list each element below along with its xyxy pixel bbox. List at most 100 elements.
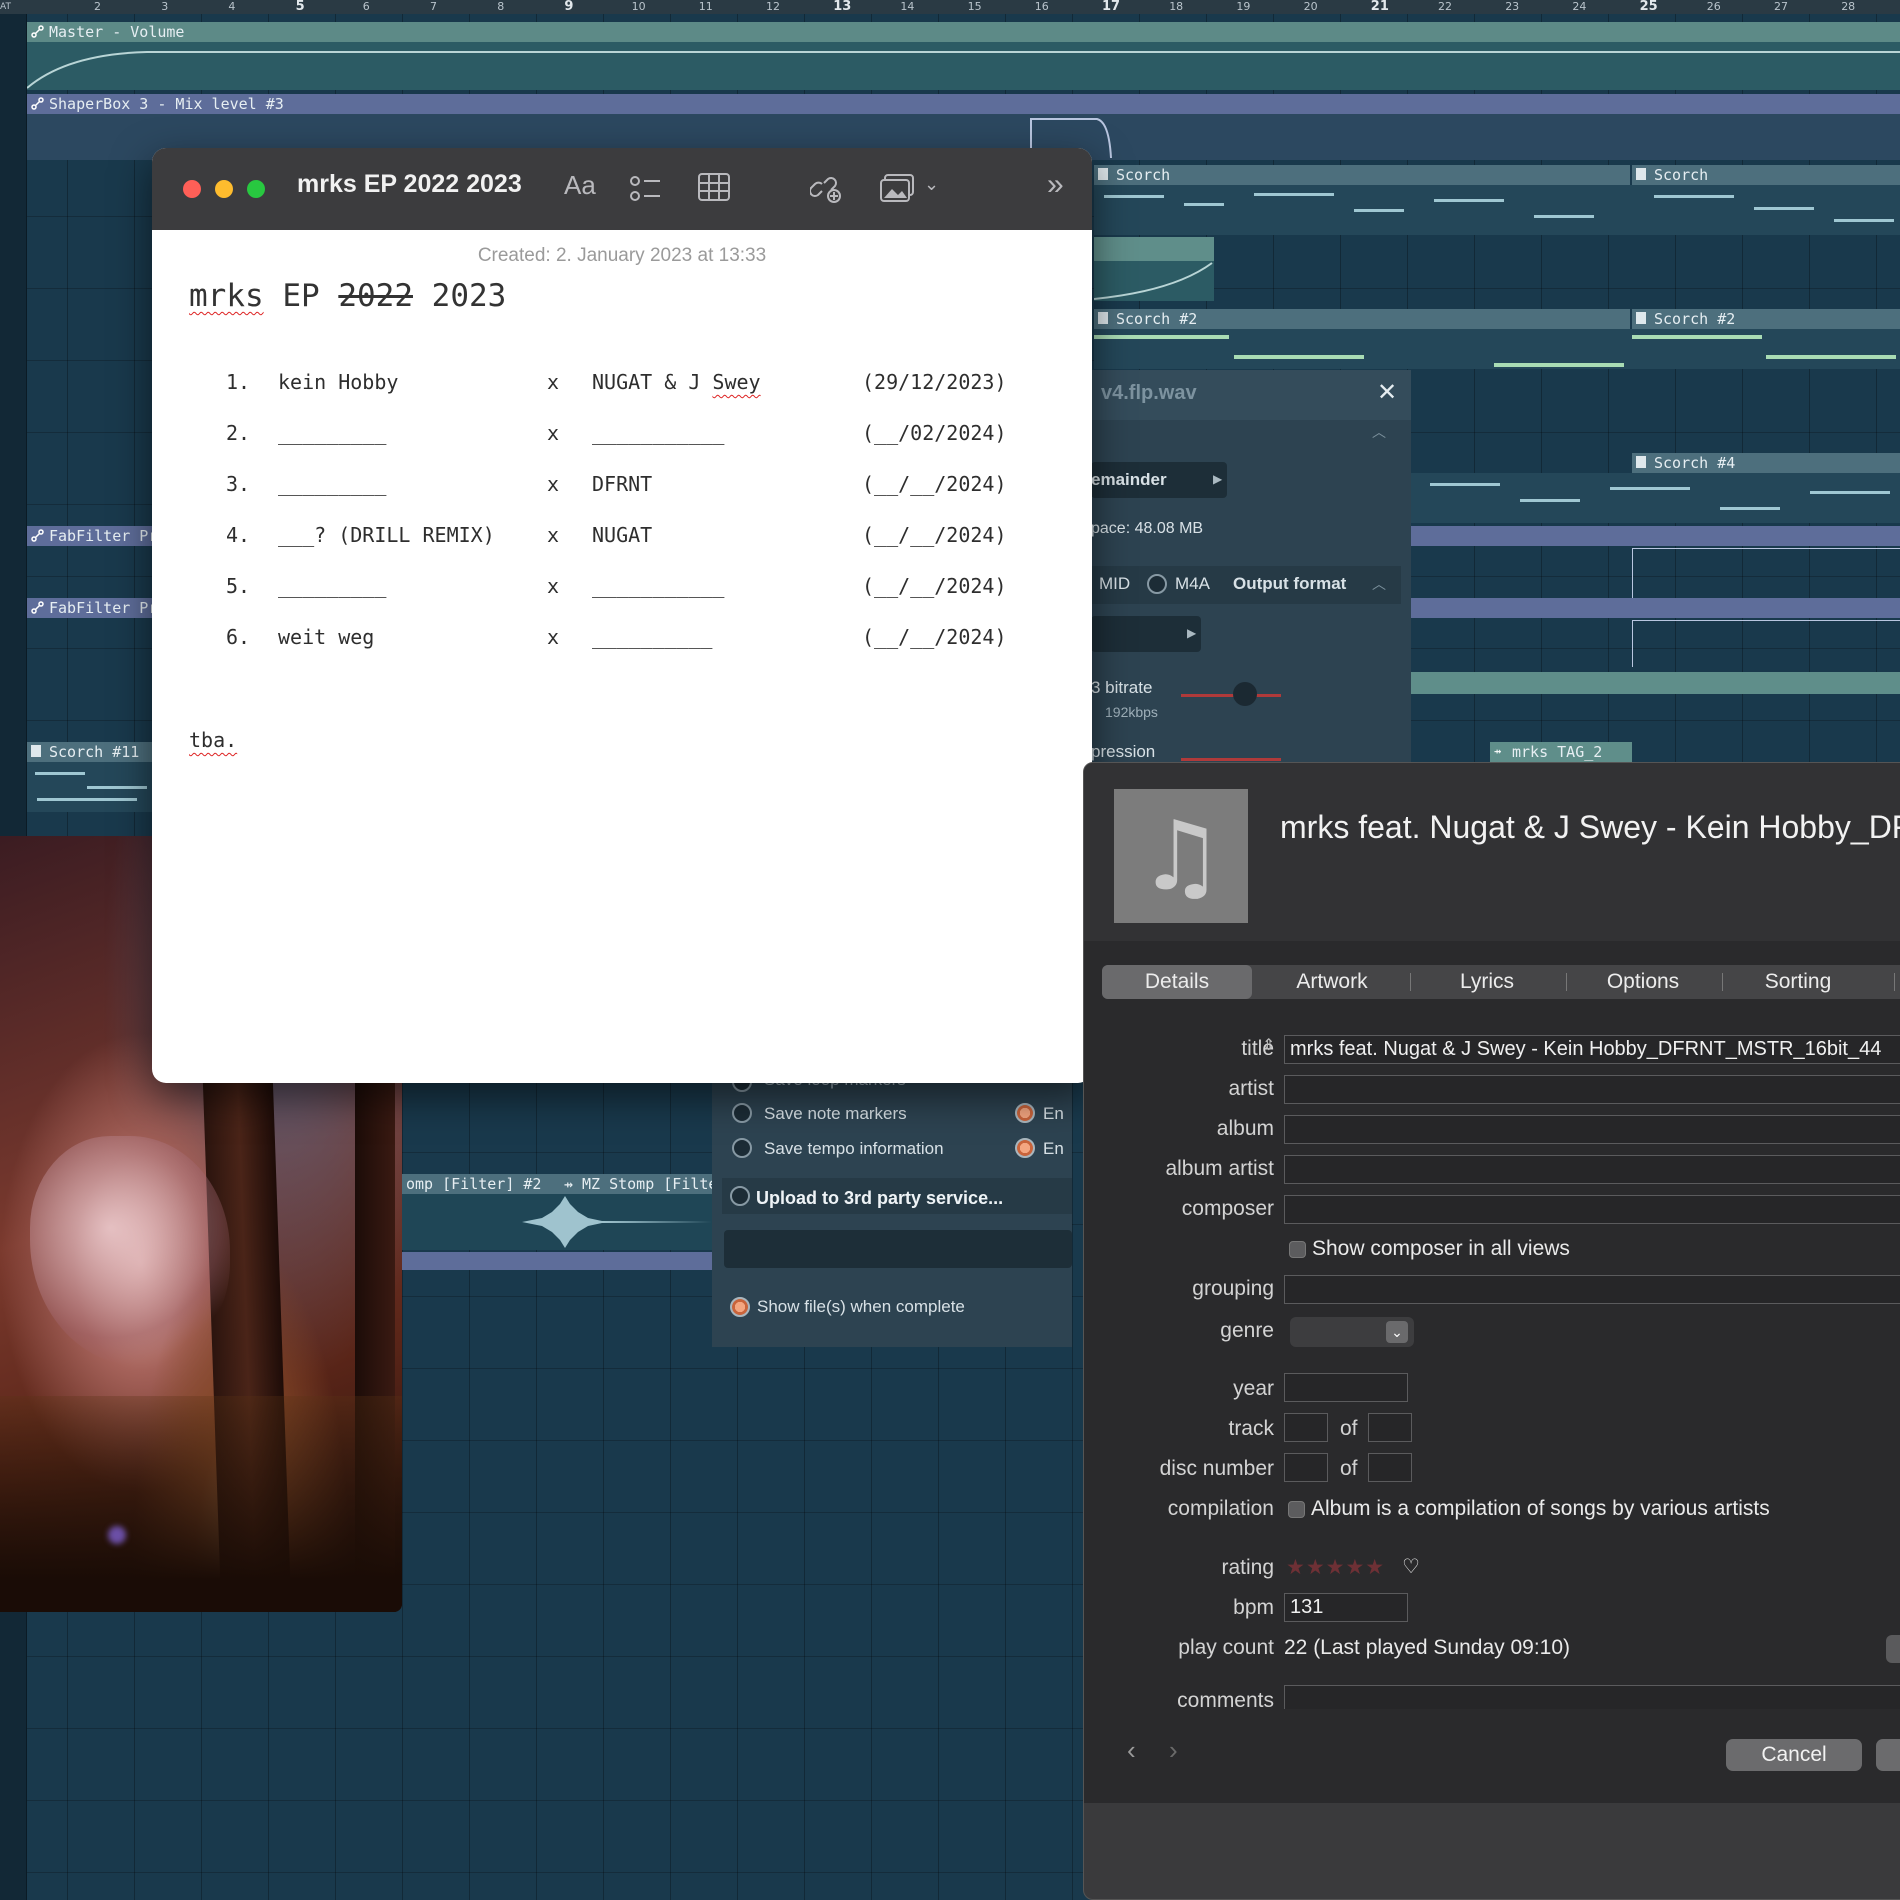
comments-row-clip: comments [1084, 1679, 1900, 1709]
chevron-up-icon[interactable]: ︿ [1372, 574, 1386, 594]
rating-stars[interactable]: ★★★★★ [1286, 1555, 1385, 1579]
bitrate-knob[interactable] [1233, 682, 1257, 706]
compilation-checkbox[interactable] [1288, 1501, 1305, 1518]
chevron-up-icon[interactable]: ︿ [1372, 422, 1386, 442]
heart-icon[interactable]: ♡ [1402, 1554, 1420, 1578]
comments-label: comments [1177, 1689, 1274, 1709]
tab-lyrics[interactable]: Lyrics [1412, 965, 1562, 999]
enable-radio[interactable] [1015, 1138, 1035, 1158]
m4a-radio[interactable] [1147, 574, 1167, 594]
comments-field[interactable] [1284, 1685, 1900, 1709]
ruler-tick: 17 [1102, 0, 1121, 14]
checklist-icon[interactable] [630, 174, 662, 204]
automation-clip-fabfilter[interactable] [1410, 598, 1900, 618]
close-window-button[interactable] [183, 180, 201, 198]
format-dropdown[interactable]: ▶ [1091, 616, 1201, 652]
pattern-clip-scorch[interactable]: Scorch [1632, 165, 1900, 185]
automation-clip-fabfilter[interactable]: FabFilter Pro [27, 526, 152, 546]
compression-label: pression [1091, 742, 1156, 761]
notes-toolbar[interactable]: mrks EP 2022 2023 Aa ⌄ » [152, 148, 1092, 230]
pattern-clip-scorch-4[interactable]: Scorch #4 [1632, 453, 1900, 473]
clip-label: MZ Stomp [Filte [582, 1175, 712, 1193]
minimize-window-button[interactable] [215, 180, 233, 198]
genre-dropdown[interactable]: ⌄ [1290, 1317, 1414, 1347]
ruler-tick: 9 [564, 0, 574, 14]
tab-details[interactable]: Details [1102, 965, 1252, 999]
save-tempo-radio[interactable] [732, 1138, 752, 1158]
automation-mini-clip[interactable] [1410, 672, 1900, 694]
automation-clip-fabfilter[interactable] [1410, 526, 1900, 546]
ruler-tick: 19 [1236, 0, 1251, 13]
track-of-label: of [1340, 1417, 1358, 1440]
reset-play-count-button[interactable] [1886, 1635, 1900, 1663]
composer-field[interactable] [1284, 1195, 1900, 1224]
title-label: title [1241, 1037, 1274, 1060]
cancel-button[interactable]: Cancel [1726, 1739, 1862, 1771]
audio-clip-stomp[interactable]: omp [Filter] #2 ⇸ MZ Stomp [Filte [402, 1174, 712, 1194]
zoom-window-button[interactable] [247, 180, 265, 198]
collab-x: x [547, 472, 560, 496]
triangle-right-icon: ▶ [1187, 626, 1197, 640]
artwork-placeholder[interactable]: ♫ [1114, 789, 1248, 923]
disc-number-field[interactable] [1284, 1453, 1328, 1482]
automation-clip-master-volume[interactable]: Master - Volume [27, 22, 1900, 42]
chevron-down-icon[interactable]: ⌄ [924, 174, 939, 195]
tab-artwork[interactable]: Artwork [1257, 965, 1407, 999]
title-field[interactable]: mrks feat. Nugat & J Swey - Kein Hobby_D… [1284, 1035, 1900, 1064]
save-tempo-label: Save tempo information [764, 1139, 944, 1158]
tab-options[interactable]: Options [1568, 965, 1718, 999]
automation-curve [1093, 262, 1213, 300]
note-heading[interactable]: mrks EP 2022 2023 [189, 278, 506, 314]
timeline-ruler[interactable]: AT 2 3 4 5 6 7 8 9 10 11 12 13 14 15 16 17 18 19 20 21 22 23 2… [0, 0, 1900, 14]
bitrate-slider[interactable] [1181, 694, 1281, 697]
tab-separator [1410, 973, 1411, 991]
table-icon[interactable] [698, 173, 730, 201]
year-field[interactable] [1284, 1373, 1408, 1402]
audio-clip-mrks-tag[interactable]: ⇸ mrks TAG_2 [1490, 742, 1632, 762]
track-number-field[interactable] [1284, 1413, 1328, 1442]
disc-total-field[interactable] [1368, 1453, 1412, 1482]
pattern-clip-scorch[interactable]: Scorch [1094, 165, 1630, 185]
previous-song-icon[interactable]: ‹ [1127, 1735, 1136, 1766]
upload-service-dropdown[interactable] [724, 1230, 1072, 1268]
media-icon[interactable] [880, 174, 914, 202]
track-title: _________ [278, 472, 387, 496]
compression-slider[interactable] [1181, 758, 1281, 761]
automation-mini-clip[interactable] [402, 1252, 712, 1270]
grouping-field[interactable] [1284, 1275, 1900, 1304]
upload-label: Upload to 3rd party service... [756, 1188, 1004, 1208]
upload-radio[interactable] [730, 1186, 750, 1206]
pattern-clip-scorch-2[interactable]: Scorch #2 [1094, 309, 1630, 329]
artist-field[interactable] [1284, 1075, 1900, 1104]
track-artist: NUGAT & J Swey [592, 370, 761, 394]
automation-clip-fabfilter[interactable]: FabFilter Pro [27, 598, 152, 618]
automation-clip-shaperbox[interactable]: ShaperBox 3 - Mix level #3 [27, 94, 1900, 114]
collab-x: x [547, 625, 560, 649]
sort-arrows-icon[interactable]: ⇕ [1262, 1035, 1275, 1055]
remainder-dropdown[interactable]: emainder ▶ [1091, 462, 1227, 498]
pattern-clip-scorch-2[interactable]: Scorch #2 [1632, 309, 1900, 329]
chevron-down-icon: ⌄ [1386, 1321, 1408, 1343]
ok-button[interactable] [1876, 1739, 1900, 1771]
close-icon[interactable]: ✕ [1377, 378, 1397, 407]
format-text-icon[interactable]: Aa [564, 170, 596, 201]
enable-radio[interactable] [1015, 1103, 1035, 1123]
pattern-clip-scorch-11[interactable]: Scorch #11 [27, 742, 152, 762]
more-chevrons-icon[interactable]: » [1047, 168, 1064, 202]
add-link-icon[interactable] [810, 171, 842, 203]
save-note-markers-radio[interactable] [732, 1103, 752, 1123]
automation-clip-body [1093, 261, 1214, 301]
track-total-field[interactable] [1368, 1413, 1412, 1442]
show-files-radio[interactable] [730, 1297, 750, 1317]
album-field[interactable] [1284, 1115, 1900, 1144]
footer-note[interactable]: tba. [189, 728, 237, 752]
composer-label: composer [1181, 1197, 1274, 1220]
automation-mini-clip[interactable] [1094, 237, 1214, 261]
show-composer-checkbox[interactable] [1289, 1241, 1306, 1258]
automation-curve [26, 51, 1900, 89]
tab-sorting[interactable]: Sorting [1723, 965, 1873, 999]
automation-icon [31, 601, 44, 614]
next-song-icon[interactable]: › [1169, 1735, 1178, 1766]
album-artist-field[interactable] [1284, 1155, 1900, 1184]
bpm-field[interactable]: 131 [1284, 1593, 1408, 1622]
